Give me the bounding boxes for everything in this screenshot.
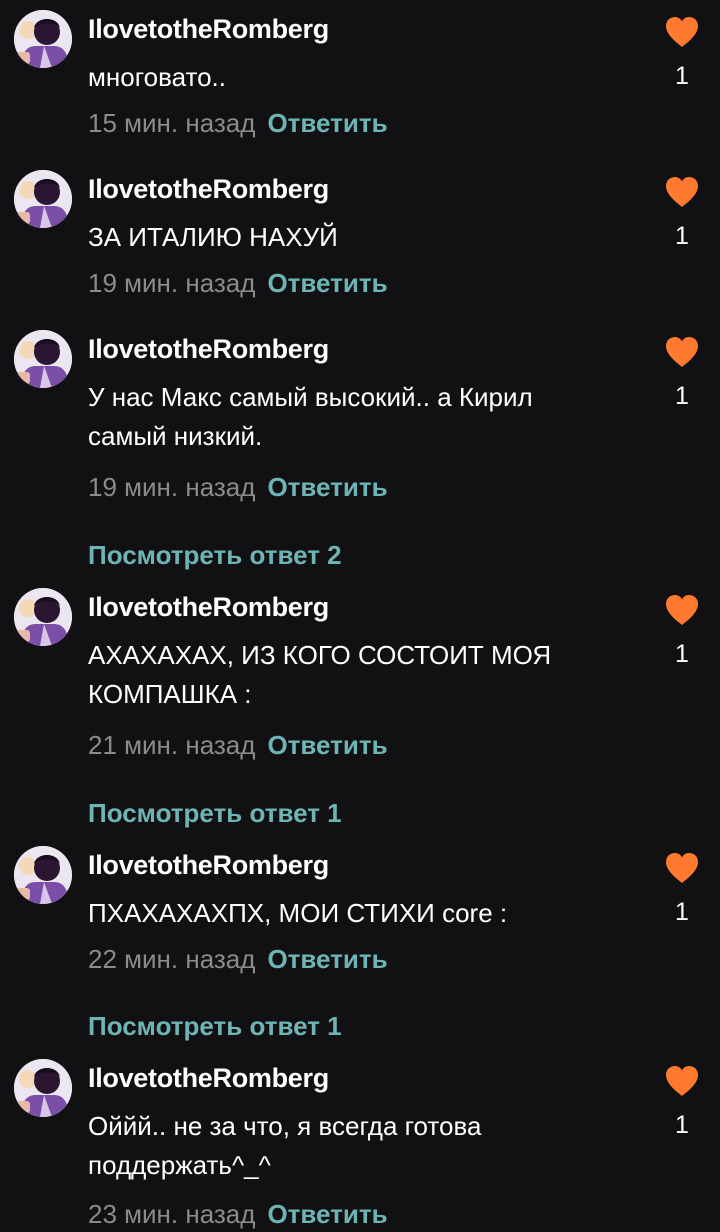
- avatar[interactable]: [14, 170, 72, 228]
- like-count: 1: [675, 898, 689, 926]
- comment-meta: 15 мин. назад Ответить: [88, 108, 388, 139]
- reply-button[interactable]: Ответить: [267, 472, 387, 502]
- comment-username[interactable]: IlovetotheRomberg: [88, 14, 329, 45]
- heart-icon[interactable]: [664, 852, 700, 884]
- comment-text: У нас Макс самый высокий.. а Кирил самый…: [88, 382, 533, 451]
- view-replies-link[interactable]: Посмотреть ответ 2: [88, 540, 342, 571]
- comment-meta: 21 мин. назад Ответить: [88, 730, 388, 761]
- heart-icon[interactable]: [664, 16, 700, 48]
- comment-username[interactable]: IlovetotheRomberg: [88, 334, 329, 365]
- reply-button[interactable]: Ответить: [267, 268, 387, 298]
- heart-icon[interactable]: [664, 594, 700, 626]
- reply-button[interactable]: Ответить: [267, 1199, 387, 1229]
- comment-meta: 22 мин. назад Ответить: [88, 944, 388, 975]
- like-count: 1: [675, 382, 689, 410]
- comment-text: многовато..: [88, 62, 226, 92]
- reply-button[interactable]: Ответить: [267, 944, 387, 974]
- like-count: 1: [675, 1111, 689, 1139]
- comment-username[interactable]: IlovetotheRomberg: [88, 592, 329, 623]
- heart-icon[interactable]: [664, 336, 700, 368]
- avatar[interactable]: [14, 330, 72, 388]
- avatar[interactable]: [14, 10, 72, 68]
- comment-text: АХАХАХАХ, ИЗ КОГО СОСТОИТ МОЯ КОМПАШКА :: [88, 640, 552, 709]
- avatar[interactable]: [14, 588, 72, 646]
- like-count: 1: [675, 640, 689, 668]
- comment-username[interactable]: IlovetotheRomberg: [88, 1063, 329, 1094]
- comment-meta: 19 мин. назад Ответить: [88, 472, 388, 503]
- comment-username[interactable]: IlovetotheRomberg: [88, 850, 329, 881]
- like-count: 1: [675, 62, 689, 90]
- comment-time: 23 мин. назад: [88, 1199, 256, 1229]
- comment-text: Оййй.. не за что, я всегда готова поддер…: [88, 1111, 482, 1180]
- comment-time: 21 мин. назад: [88, 730, 256, 760]
- reply-button[interactable]: Ответить: [267, 730, 387, 760]
- avatar[interactable]: [14, 846, 72, 904]
- view-replies-link[interactable]: Посмотреть ответ 1: [88, 798, 342, 829]
- comment-meta: 19 мин. назад Ответить: [88, 268, 388, 299]
- comment-time: 19 мин. назад: [88, 268, 256, 298]
- comment-time: 15 мин. назад: [88, 108, 256, 138]
- comment-text: ЗА ИТАЛИЮ НАХУЙ: [88, 222, 338, 252]
- heart-icon[interactable]: [664, 1065, 700, 1097]
- comment-time: 22 мин. назад: [88, 944, 256, 974]
- reply-button[interactable]: Ответить: [267, 108, 387, 138]
- view-replies-link[interactable]: Посмотреть ответ 1: [88, 1011, 342, 1042]
- avatar[interactable]: [14, 1059, 72, 1117]
- comment-time: 19 мин. назад: [88, 472, 256, 502]
- comment-meta: 23 мин. назад Ответить: [88, 1199, 388, 1230]
- heart-icon[interactable]: [664, 176, 700, 208]
- comment-username[interactable]: IlovetotheRomberg: [88, 174, 329, 205]
- comment-text: ПХАХАХАХПХ, МОИ СТИХИ core :: [88, 898, 508, 928]
- like-count: 1: [675, 222, 689, 250]
